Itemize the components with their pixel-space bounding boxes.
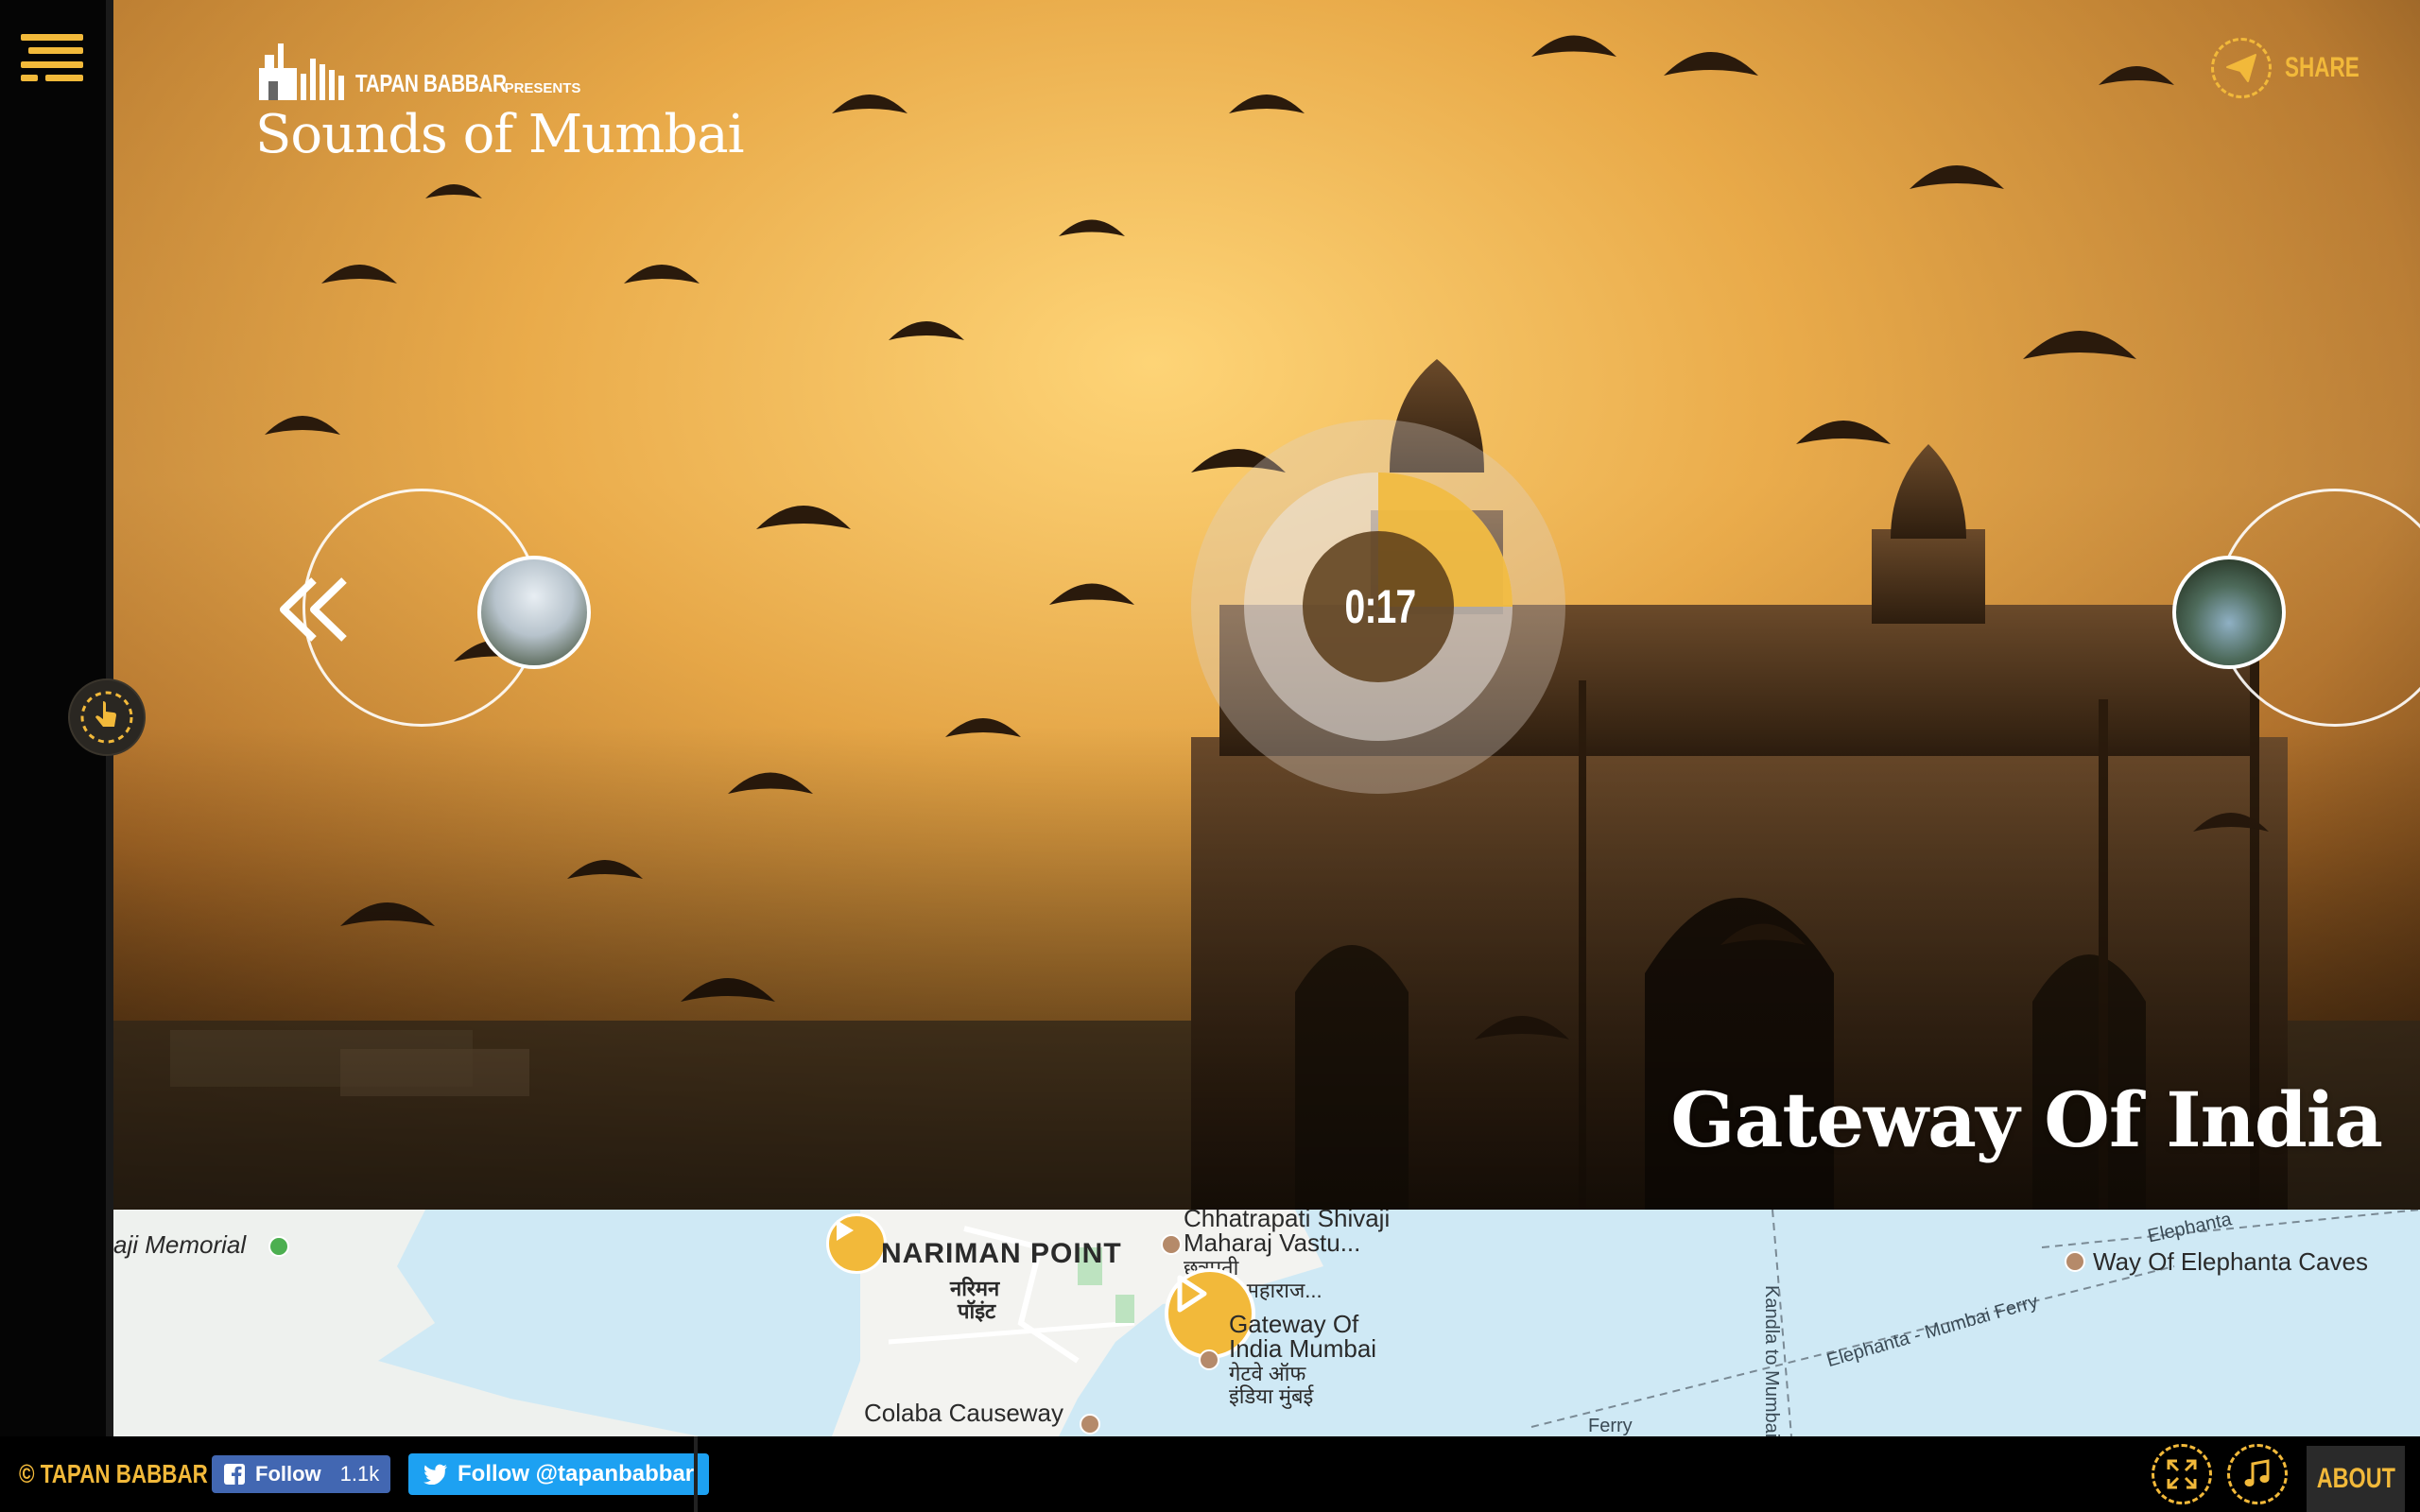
map-label-nariman-dev-2: पॉइंट: [958, 1299, 996, 1323]
elephanta-marker-icon[interactable]: [2065, 1251, 2085, 1272]
current-place-title: Gateway Of India: [1670, 1075, 2383, 1164]
page-title: Sounds of Mumbai: [255, 104, 744, 165]
footer-bar: © TAPAN BABBAR Follow 1.1k Follow @tapan…: [0, 1436, 2420, 1512]
map-label-elephanta-caves: Way Of Elephanta Caves: [2093, 1247, 2368, 1276]
share-label: SHARE: [2284, 52, 2360, 83]
colaba-marker-icon[interactable]: [1080, 1414, 1100, 1435]
twitter-follow-button[interactable]: Follow @tapanbabbar: [408, 1453, 710, 1495]
app: TAPAN BABBAR PRESENTS Sounds of Mumbai S…: [0, 0, 2420, 1512]
brand-presents: PRESENTS: [504, 80, 581, 96]
brand-header: TAPAN BABBAR PRESENTS Sounds of Mumbai: [255, 36, 744, 165]
copyright-text: © TAPAN BABBAR: [19, 1459, 208, 1488]
about-button[interactable]: ABOUT: [2307, 1446, 2405, 1512]
facebook-follow-button[interactable]: Follow 1.1k: [212, 1455, 391, 1493]
memorial-marker-icon[interactable]: [268, 1236, 289, 1257]
next-location-thumbnail[interactable]: [2172, 556, 2286, 669]
location-map[interactable]: aji Memorial NARIMAN POINT नरिमन पॉइंट C…: [113, 1210, 2420, 1436]
twitter-follow-label: Follow @tapanbabbar: [458, 1461, 695, 1486]
brand-name: TAPAN BABBAR: [355, 69, 507, 97]
previous-location-thumbnail[interactable]: [477, 556, 591, 669]
museum-marker-icon[interactable]: [1161, 1234, 1182, 1255]
elapsed-time: 0:17: [1344, 580, 1417, 633]
music-note-icon[interactable]: [2227, 1444, 2288, 1504]
menu-icon[interactable]: [21, 34, 83, 81]
facebook-icon: [224, 1464, 245, 1486]
map-label-colaba: Colaba Causeway: [864, 1399, 1064, 1427]
play-icon: [837, 1220, 854, 1241]
twitter-icon: [424, 1464, 447, 1485]
play-icon: [1177, 1275, 1207, 1313]
map-label-kandla-route: Kandla to Mumbai: [1761, 1285, 1782, 1436]
gateway-marker-icon[interactable]: [1199, 1349, 1219, 1370]
share-button[interactable]: SHARE: [2210, 38, 2384, 98]
hero-photo: TAPAN BABBAR PRESENTS Sounds of Mumbai S…: [113, 0, 2420, 1210]
facebook-follow-count: 1.1k: [339, 1462, 380, 1486]
map-play-nariman-point-button[interactable]: [826, 1213, 887, 1274]
map-label-memorial: aji Memorial: [113, 1230, 247, 1259]
brand-logo-icon: [259, 43, 344, 100]
map-label-nariman-point: NARIMAN POINT: [881, 1238, 1122, 1269]
map-label-ferry: Ferry: [1588, 1416, 1633, 1436]
rewind-icon: [280, 577, 347, 642]
map-label-gateway-4: इंडिया मुंबई: [1229, 1384, 1314, 1408]
facebook-follow-label: Follow: [255, 1462, 321, 1486]
paper-plane-icon: [2210, 38, 2272, 98]
footer-divider: [694, 1436, 698, 1512]
fullscreen-icon[interactable]: [2152, 1444, 2212, 1504]
hand-pointer-icon[interactable]: [68, 679, 146, 756]
